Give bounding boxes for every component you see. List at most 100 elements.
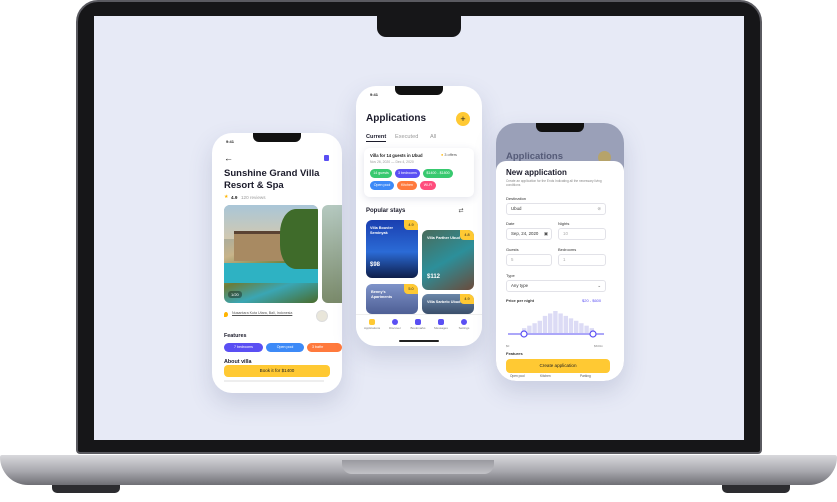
nav-messages[interactable]: Messages [433,319,449,330]
date-input[interactable]: Sep, 24, 2020 ▣ [506,228,552,240]
nights-input[interactable]: 10 [558,228,606,240]
status-time: 9:41 [226,139,235,144]
rating-value: 4.9 [231,195,238,200]
nav-label: Bookmarks [410,326,426,330]
bookmark-icon [415,319,421,325]
application-card[interactable]: Villa for 14 guests in Ubud ● 3 offers N… [364,148,474,197]
histogram-bar [579,323,584,333]
map-thumbnail[interactable] [316,310,328,322]
laptop-groove [342,460,494,474]
histogram-bar [542,315,548,333]
phone-notch [253,133,301,142]
histogram-bar [553,311,558,333]
feature-chip-bathrooms: 3 bathr [307,343,342,352]
laptop-notch [377,16,461,37]
card-chip-wifi: Wi-Fi [420,181,436,190]
filter-icon[interactable]: ⇄ [456,207,466,216]
histogram-bar [527,325,532,333]
bottom-nav: Applications Discover Bookmarks Messages… [356,314,482,346]
stay-name: Villa Sarbelo Ubud [427,300,461,304]
sheet-title: New application [506,168,567,177]
bedrooms-label: Bedrooms [558,247,577,252]
tab-all[interactable]: All [430,134,436,140]
villa-address[interactable]: Nusantara Kuta Utara, Bali, Indonesia [232,311,302,316]
stay-card[interactable]: Villa Parther Ubud 4.8 $112 [422,230,474,290]
stay-card[interactable]: Benny's Apartments 5.0 [366,284,418,314]
histogram-bar [568,318,574,333]
type-select[interactable]: Any type ⌄ [506,280,606,292]
histogram-bar [563,315,568,333]
slider-min-handle[interactable] [520,330,528,338]
villa-title-line1: Sunshine Grand Villa [224,168,320,179]
clear-icon[interactable]: ⊗ [597,204,601,214]
nav-settings[interactable]: Settings [456,319,472,330]
histogram-bar [574,320,579,333]
guests-label: Guests [506,247,519,252]
book-button[interactable]: Book it for $1400 [224,365,330,377]
destination-input[interactable]: Ubud ⊗ [506,203,606,215]
stay-rating: 4.8 [460,230,474,240]
gear-icon [461,319,467,325]
price-label: Price per night [506,298,535,303]
price-max-label: $600m [594,344,604,348]
price-histogram[interactable] [506,304,606,344]
stay-rating: 5.0 [404,284,418,294]
stay-price: $98 [370,262,381,268]
nav-applications[interactable]: Applications [364,319,380,330]
stay-name: Benny's Apartments [371,290,393,299]
stay-card[interactable]: Villa Bouvier Seminyak 4.9 $98 [366,220,418,278]
price-range: $20 - $600 [582,298,602,303]
card-chip-guests: 14 guests [370,169,392,178]
feature-option[interactable]: Kitchen [540,374,551,378]
status-time: 9:41 [370,92,379,97]
popular-heading: Popular stays [366,208,406,214]
card-chip-kitchen: Kitchen [397,181,417,190]
chevron-down-icon: ⌄ [597,283,601,288]
card-offers: ● 3 offers [441,153,457,157]
type-value: Any type [511,283,529,288]
feature-option[interactable]: Parking [580,374,591,378]
villa-photo-next[interactable] [322,205,342,303]
nav-label: Discover [389,326,401,330]
card-title: Villa for 14 guests in Ubud [370,153,423,158]
back-arrow-icon[interactable]: ← [224,153,233,163]
guests-input[interactable]: 5 [506,254,552,266]
description-text-fade [224,380,324,382]
laptop-foot-left [52,485,120,493]
new-application-sheet: New application Create an application fo… [496,161,624,381]
histogram-bar [537,320,542,333]
location-pin-icon [224,312,228,317]
add-icon[interactable]: + [456,112,470,126]
reviews-count[interactable]: 120 reviews [241,195,266,200]
star-icon: ★ [224,194,229,200]
feature-option[interactable]: Open pool [510,374,525,378]
create-application-button[interactable]: Create application [506,359,610,373]
bookmark-icon[interactable] [324,155,329,161]
villa-photo[interactable]: 1/20 [224,205,318,303]
phone-new-application: Applications New application Create an a… [496,123,624,381]
card-chip-pool: Open pool [370,181,394,190]
laptop-foot-right [722,485,790,493]
laptop-mockup: 9:41 ← Sunshine Grand Villa Resort & Spa… [0,0,837,502]
nav-bookmarks[interactable]: Bookmarks [410,319,426,330]
slider-max-handle[interactable] [589,330,597,338]
tab-executed[interactable]: Executed [395,134,418,140]
nav-discover[interactable]: Discover [387,319,403,330]
tab-current[interactable]: Current [366,134,387,142]
price-min-label: $0 [506,344,510,348]
feature-chip-bedrooms: 7 bedrooms [224,343,263,352]
applications-icon [369,319,375,325]
histogram-bar [584,325,589,333]
message-icon [438,319,444,325]
features-heading: Features [224,333,247,339]
card-chip-price: $1400 - $1800 [423,169,453,178]
stay-card[interactable]: Villa Sarbelo Ubud 4.9 [422,294,474,314]
card-offers-label: 3 offers [444,153,457,157]
laptop-screen: 9:41 ← Sunshine Grand Villa Resort & Spa… [94,16,744,440]
phone-villa-detail: 9:41 ← Sunshine Grand Villa Resort & Spa… [212,133,342,393]
phone-applications: 9:41 Applications + Current Executed All… [356,86,482,346]
date-value: Sep, 24, 2020 [511,231,539,236]
card-dates: Nov 26, 2020 — Dec 4, 2020 [370,160,414,164]
stay-name: Villa Parther Ubud [427,236,460,240]
bedrooms-input[interactable]: 1 [558,254,606,266]
